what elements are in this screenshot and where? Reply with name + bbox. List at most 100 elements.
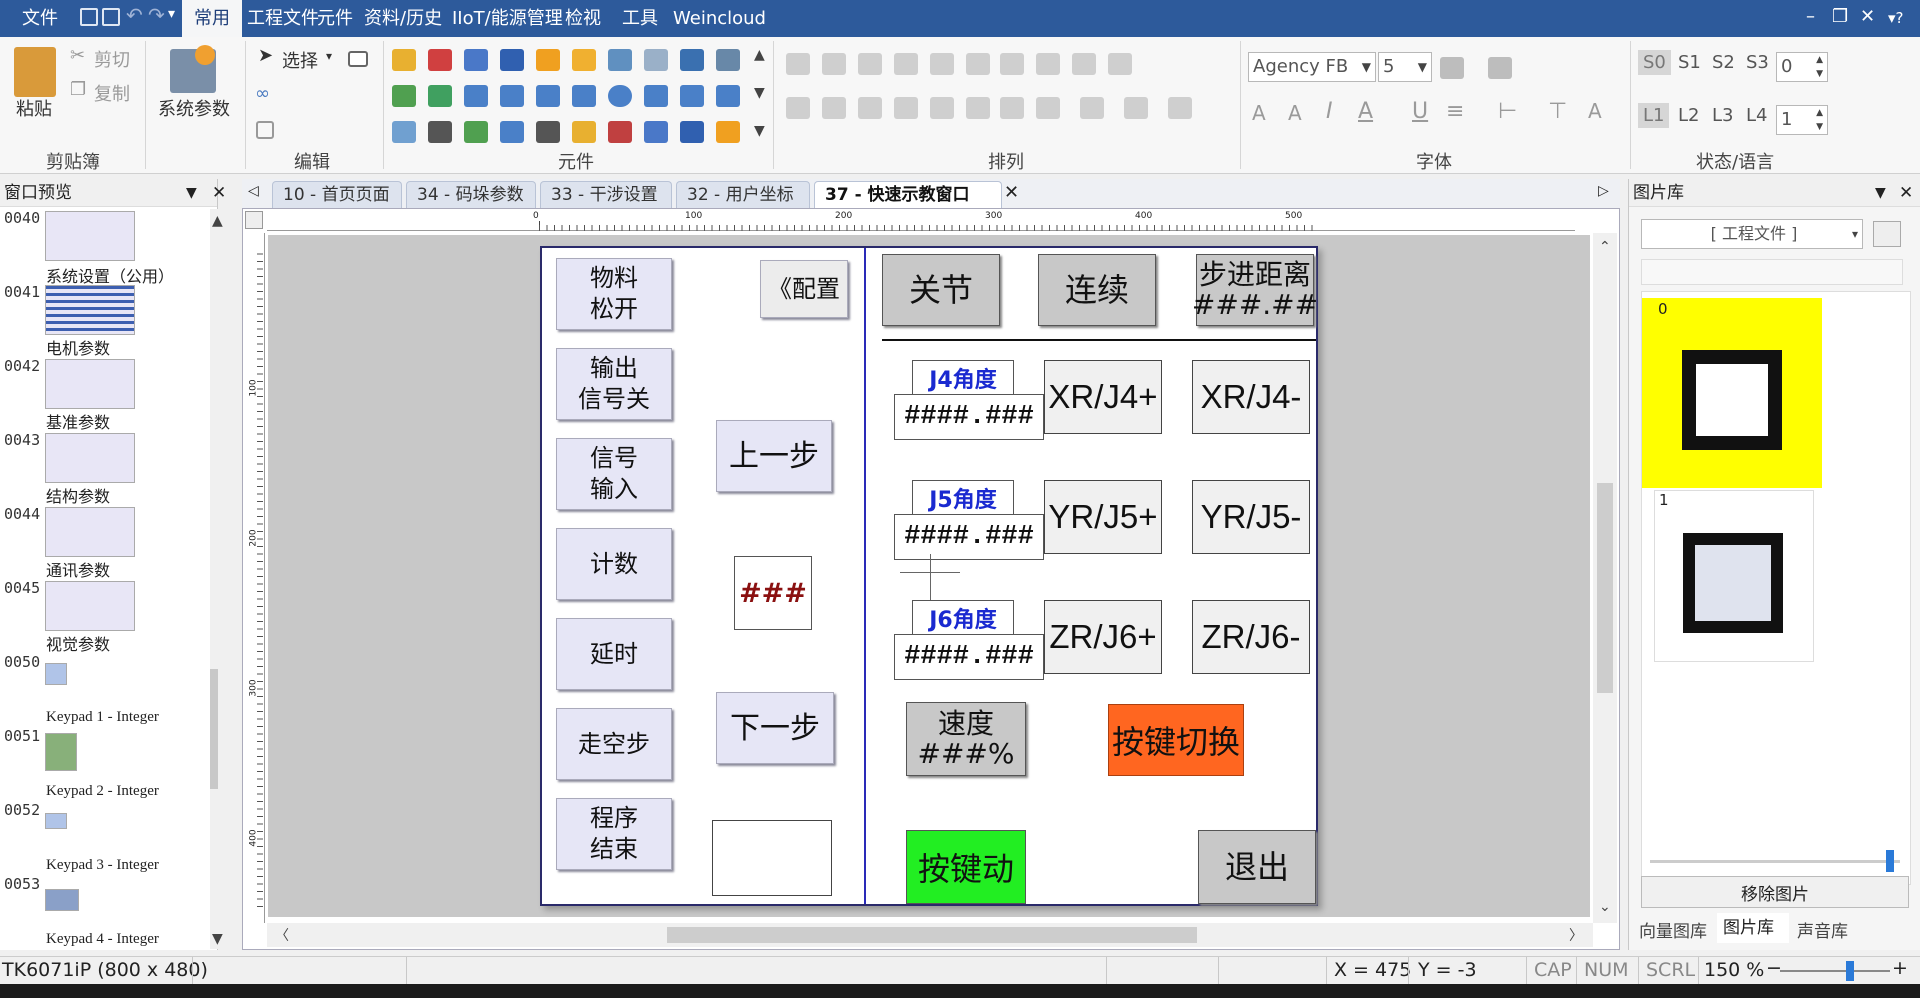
save-all-icon[interactable]	[102, 8, 120, 26]
config-button[interactable]: 《配置	[760, 260, 848, 318]
text-align-icon[interactable]: ≡	[1446, 99, 1464, 124]
state-s3[interactable]: S3	[1746, 52, 1769, 73]
pin-icon[interactable]	[1000, 97, 1024, 119]
bulb-small-icon[interactable]	[572, 121, 596, 143]
state-s1[interactable]: S1	[1678, 52, 1701, 73]
redo-icon[interactable]: ↷	[148, 3, 165, 27]
zoom-in-icon[interactable]: +	[1892, 957, 1908, 979]
size-slider[interactable]	[1650, 860, 1900, 863]
library-filter-box[interactable]	[1641, 259, 1903, 285]
program-end-button[interactable]: 程序 结束	[556, 798, 672, 870]
preview-thumbnail[interactable]	[45, 359, 135, 409]
preview-scrollbar[interactable]	[210, 209, 218, 949]
language-l4[interactable]: L4	[1746, 105, 1767, 126]
arc-icon[interactable]	[572, 85, 596, 107]
indent-left-icon[interactable]: ⊢	[1498, 99, 1517, 124]
center-icon[interactable]	[858, 97, 882, 119]
same-height-icon[interactable]	[822, 97, 846, 119]
language-l3[interactable]: L3	[1712, 105, 1733, 126]
pane-close-icon[interactable]: ✕	[1899, 179, 1913, 207]
bring-forward-icon[interactable]	[1080, 97, 1104, 119]
list-icon[interactable]	[716, 49, 740, 71]
picture-item-selected[interactable]: 0	[1642, 298, 1822, 488]
xr-j4-minus-button[interactable]: XR/J4-	[1192, 360, 1310, 434]
zr-j6-plus-button[interactable]: ZR/J6+	[1044, 600, 1162, 674]
group-icon[interactable]	[930, 97, 954, 119]
traffic-light-icon[interactable]	[428, 49, 452, 71]
font-name-select[interactable]: Agency FB ▼	[1248, 52, 1376, 82]
scroll-up-icon[interactable]: ⌃	[1599, 239, 1611, 255]
minimize-icon[interactable]: –	[1806, 6, 1815, 27]
zr-j6-minus-button[interactable]: ZR/J6-	[1192, 600, 1310, 674]
ungroup-icon[interactable]	[966, 97, 990, 119]
preview-thumbnail[interactable]	[45, 889, 79, 911]
preview-thumbnail[interactable]	[45, 211, 135, 261]
menu-home[interactable]: 常用	[182, 0, 242, 37]
joint-mode-button[interactable]: 关节	[882, 254, 1000, 326]
material-release-button[interactable]: 物料 松开	[556, 258, 672, 330]
remove-picture-button[interactable]: 移除图片	[1641, 876, 1909, 908]
count-button[interactable]: 计数	[556, 528, 672, 600]
tab-window-34[interactable]: 34 - 码垛参数	[406, 181, 536, 208]
menu-data-history[interactable]: 资料/历史	[352, 0, 454, 37]
yr-j5-minus-button[interactable]: YR/J5-	[1192, 480, 1310, 554]
align-right-icon[interactable]	[858, 53, 882, 75]
indent-top-icon[interactable]: ⊤	[1548, 99, 1567, 124]
key-switch-button[interactable]: 按键切换	[1108, 704, 1244, 776]
restore-icon[interactable]: ❐	[1832, 6, 1848, 27]
tab-vector-library[interactable]: 向量图库	[1639, 917, 1707, 942]
numeric-input-icon[interactable]	[392, 85, 416, 107]
select-button[interactable]: 选择	[282, 47, 318, 73]
link-icon[interactable]: ∞	[255, 83, 270, 104]
zoom-out-icon[interactable]: −	[1766, 957, 1782, 979]
star-icon[interactable]	[716, 85, 740, 107]
layer-icon[interactable]	[1036, 97, 1060, 119]
send-backward-icon[interactable]	[1124, 97, 1148, 119]
empty-step-button[interactable]: 走空步	[556, 708, 672, 780]
duplicate-icon[interactable]	[256, 121, 274, 139]
state-s2[interactable]: S2	[1712, 52, 1735, 73]
indicator-icon[interactable]	[608, 121, 632, 143]
pane-close-icon[interactable]: ✕	[212, 179, 226, 207]
multi-state-icon[interactable]	[572, 49, 596, 71]
tab-window-10[interactable]: 10 - 首页页面	[272, 181, 402, 208]
menu-weincloud[interactable]: Weincloud	[661, 0, 778, 37]
scroll-up-icon[interactable]: ▲	[212, 213, 223, 229]
preview-thumbnail[interactable]	[45, 507, 135, 557]
distribute-v-icon[interactable]	[1036, 53, 1060, 75]
align-center-icon[interactable]	[822, 53, 846, 75]
picture-icon[interactable]	[464, 121, 488, 143]
library-source-select[interactable]: [ 工程文件 ] ▾	[1641, 219, 1863, 249]
undo-icon[interactable]: ↶	[126, 3, 143, 27]
copy-icon[interactable]: ❐	[70, 79, 86, 100]
pane-dropdown-icon[interactable]: ▼	[1875, 179, 1886, 207]
function-key-icon[interactable]	[608, 49, 632, 71]
brush-icon[interactable]	[1488, 57, 1512, 79]
tab-window-37[interactable]: 37 - 快速示教窗口	[814, 181, 1002, 208]
preview-thumbnail[interactable]	[45, 813, 67, 829]
align-bottom-icon[interactable]	[966, 53, 990, 75]
scroll-down-icon[interactable]: ⌄	[1599, 899, 1611, 915]
elements-scroll-up-icon[interactable]: ▲	[754, 47, 765, 63]
save-icon[interactable]	[80, 8, 98, 26]
underline-icon[interactable]: U	[1412, 99, 1428, 124]
data-entry-icon[interactable]	[680, 49, 704, 71]
preview-thumbnail[interactable]	[45, 733, 77, 771]
library-search-icon[interactable]	[1873, 221, 1901, 247]
horizontal-scrollbar[interactable]	[267, 923, 1593, 947]
same-size-icon[interactable]	[1072, 53, 1096, 75]
fit-icon[interactable]	[894, 97, 918, 119]
signal-input-button[interactable]: 信号 输入	[556, 438, 672, 510]
ascii-input-icon[interactable]	[428, 85, 452, 107]
next-step-button[interactable]: 下一步	[716, 692, 834, 764]
tab-close-icon[interactable]: ✕	[1004, 182, 1019, 203]
shrink-font-icon[interactable]: A	[1288, 101, 1302, 125]
preview-thumbnail[interactable]	[45, 285, 135, 335]
exit-button[interactable]: 退出	[1198, 830, 1316, 904]
numeric-display-icon[interactable]	[500, 49, 524, 71]
align-left-icon[interactable]	[786, 53, 810, 75]
scroll-left-icon[interactable]: 〈	[275, 925, 289, 945]
copy-button[interactable]: 复制	[94, 80, 130, 106]
output-signal-off-button[interactable]: 输出 信号关	[556, 348, 672, 420]
scale-icon[interactable]	[392, 121, 416, 143]
